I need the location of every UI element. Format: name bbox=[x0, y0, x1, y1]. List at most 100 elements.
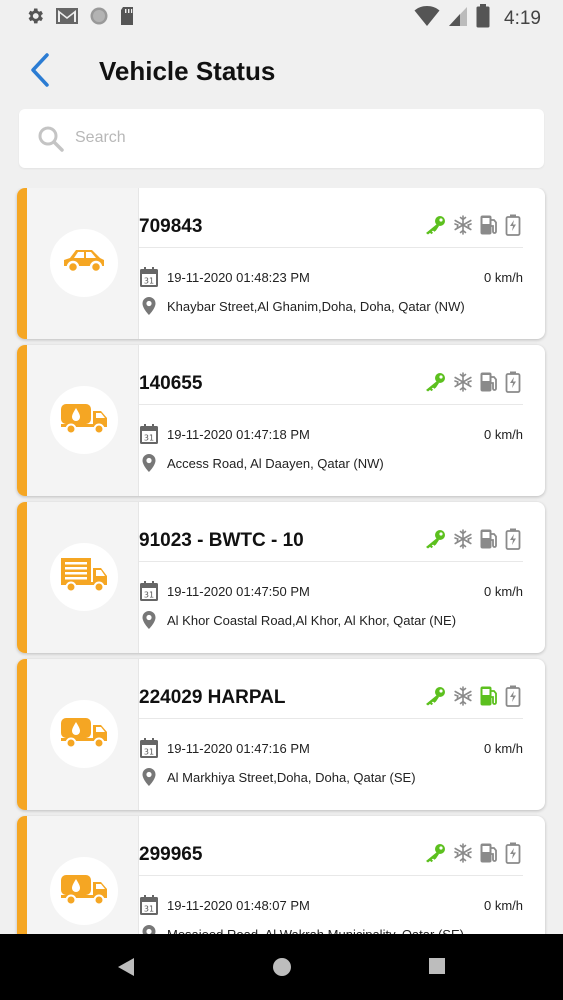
card-accent-bar bbox=[17, 816, 27, 934]
vehicle-name: 299965 bbox=[139, 844, 203, 865]
vehicle-card[interactable]: 224029 HARPAL 31 19-11-2020 01:47:16 PM … bbox=[17, 659, 545, 810]
svg-text:31: 31 bbox=[144, 748, 154, 757]
location-pin-icon bbox=[141, 296, 157, 321]
vehicle-datetime: 19-11-2020 01:47:18 PM bbox=[167, 427, 310, 442]
battery-charge-icon bbox=[505, 214, 521, 241]
vehicle-datetime: 19-11-2020 01:48:23 PM bbox=[167, 270, 310, 285]
nav-recents-icon[interactable] bbox=[427, 956, 447, 981]
back-arrow-icon bbox=[30, 52, 50, 92]
search-input[interactable] bbox=[75, 121, 515, 155]
location-pin-icon bbox=[141, 610, 157, 635]
vehicle-address: Al Markhiya Street,Doha, Doha, Qatar (SE… bbox=[167, 770, 416, 785]
card-divider bbox=[139, 404, 523, 405]
vehicle-avatar bbox=[50, 229, 118, 297]
search-bar[interactable] bbox=[19, 109, 544, 168]
vehicle-speed: 0 km/h bbox=[483, 584, 523, 599]
vehicle-icon-pane bbox=[27, 816, 139, 934]
fuel-icon bbox=[479, 371, 499, 398]
card-accent-bar bbox=[17, 188, 27, 339]
fuel-icon bbox=[479, 842, 499, 869]
ac-snowflake-icon bbox=[453, 372, 473, 397]
vehicle-card[interactable]: 709843 31 19-11-2020 01:48:23 PM 0 km/h … bbox=[17, 188, 545, 339]
svg-text:31: 31 bbox=[144, 434, 154, 443]
card-accent-bar bbox=[17, 345, 27, 496]
card-accent-bar bbox=[17, 502, 27, 653]
gmail-icon bbox=[55, 6, 79, 31]
calendar-icon: 31 bbox=[139, 894, 159, 921]
timestamp-row: 31 19-11-2020 01:47:16 PM 0 km/h bbox=[139, 737, 523, 759]
car-icon bbox=[60, 246, 108, 281]
search-icon bbox=[37, 125, 65, 158]
vehicle-speed: 0 km/h bbox=[483, 427, 523, 442]
sd-card-icon bbox=[119, 6, 135, 31]
vehicle-avatar bbox=[50, 543, 118, 611]
vehicle-name: 140655 bbox=[139, 373, 203, 394]
battery-charge-icon bbox=[505, 528, 521, 555]
address-row: Al Markhiya Street,Doha, Doha, Qatar (SE… bbox=[139, 767, 523, 789]
vehicle-card[interactable]: 140655 31 19-11-2020 01:47:18 PM 0 km/h … bbox=[17, 345, 545, 496]
battery-icon bbox=[476, 4, 490, 33]
timestamp-row: 31 19-11-2020 01:47:18 PM 0 km/h bbox=[139, 423, 523, 445]
vehicle-address: Al Khor Coastal Road,Al Khor, Al Khor, Q… bbox=[167, 613, 457, 628]
clock: 4:19 bbox=[504, 7, 541, 29]
calendar-icon: 31 bbox=[139, 737, 159, 764]
cargo-truck-icon bbox=[59, 556, 109, 599]
vehicle-status-icons bbox=[423, 528, 521, 555]
vehicle-list[interactable]: 709843 31 19-11-2020 01:48:23 PM 0 km/h … bbox=[0, 188, 563, 934]
card-divider bbox=[139, 561, 523, 562]
status-bar: 4:19 bbox=[0, 0, 563, 34]
vehicle-icon-pane bbox=[27, 659, 139, 810]
ignition-key-icon bbox=[423, 686, 447, 711]
navigation-bar bbox=[0, 934, 563, 1000]
ac-snowflake-icon bbox=[453, 215, 473, 240]
nav-home-icon[interactable] bbox=[271, 956, 293, 983]
circle-icon bbox=[89, 6, 109, 31]
vehicle-status-icons bbox=[423, 685, 521, 712]
ignition-key-icon bbox=[423, 529, 447, 554]
vehicle-card[interactable]: 299965 31 19-11-2020 01:48:07 PM 0 km/h bbox=[17, 816, 545, 934]
back-button[interactable] bbox=[20, 52, 60, 92]
vehicle-avatar bbox=[50, 700, 118, 768]
vehicle-name: 224029 HARPAL bbox=[139, 687, 286, 708]
ignition-key-icon bbox=[423, 215, 447, 240]
address-row: Al Khor Coastal Road,Al Khor, Al Khor, Q… bbox=[139, 610, 523, 632]
settings-icon bbox=[25, 6, 45, 31]
vehicle-address: Access Road, Al Daayen, Qatar (NW) bbox=[167, 456, 384, 471]
battery-charge-icon bbox=[505, 842, 521, 869]
vehicle-avatar bbox=[50, 857, 118, 925]
vehicle-speed: 0 km/h bbox=[483, 741, 523, 756]
svg-text:31: 31 bbox=[144, 591, 154, 600]
tanker-truck-icon bbox=[59, 401, 109, 440]
ignition-key-icon bbox=[423, 843, 447, 868]
fuel-icon bbox=[479, 214, 499, 241]
vehicle-address: Mesaieed Road, Al Wakrah Municipality, Q… bbox=[167, 927, 464, 934]
address-row: Mesaieed Road, Al Wakrah Municipality, Q… bbox=[139, 924, 523, 934]
nav-back-icon[interactable] bbox=[116, 956, 136, 983]
card-divider bbox=[139, 718, 523, 719]
ignition-key-icon bbox=[423, 372, 447, 397]
vehicle-icon-pane bbox=[27, 188, 139, 339]
vehicle-card[interactable]: 91023 - BWTC - 10 31 19-11-2020 01:47:50… bbox=[17, 502, 545, 653]
vehicle-speed: 0 km/h bbox=[483, 898, 523, 913]
app-bar: Vehicle Status bbox=[0, 34, 563, 110]
address-row: Khaybar Street,Al Ghanim,Doha, Doha, Qat… bbox=[139, 296, 523, 318]
page-title: Vehicle Status bbox=[99, 56, 276, 86]
vehicle-avatar bbox=[50, 386, 118, 454]
fuel-icon bbox=[479, 685, 499, 712]
tanker-truck-icon bbox=[59, 872, 109, 911]
calendar-icon: 31 bbox=[139, 266, 159, 293]
vehicle-name: 91023 - BWTC - 10 bbox=[139, 530, 304, 551]
vehicle-status-icons bbox=[423, 214, 521, 241]
vehicle-address: Khaybar Street,Al Ghanim,Doha, Doha, Qat… bbox=[167, 299, 465, 314]
vehicle-datetime: 19-11-2020 01:47:16 PM bbox=[167, 741, 310, 756]
card-divider bbox=[139, 875, 523, 876]
calendar-icon: 31 bbox=[139, 580, 159, 607]
tanker-truck-icon bbox=[59, 715, 109, 754]
location-pin-icon bbox=[141, 453, 157, 478]
battery-charge-icon bbox=[505, 371, 521, 398]
location-pin-icon bbox=[141, 924, 157, 934]
vehicle-speed: 0 km/h bbox=[483, 270, 523, 285]
location-pin-icon bbox=[141, 767, 157, 792]
card-accent-bar bbox=[17, 659, 27, 810]
vehicle-status-icons bbox=[423, 371, 521, 398]
